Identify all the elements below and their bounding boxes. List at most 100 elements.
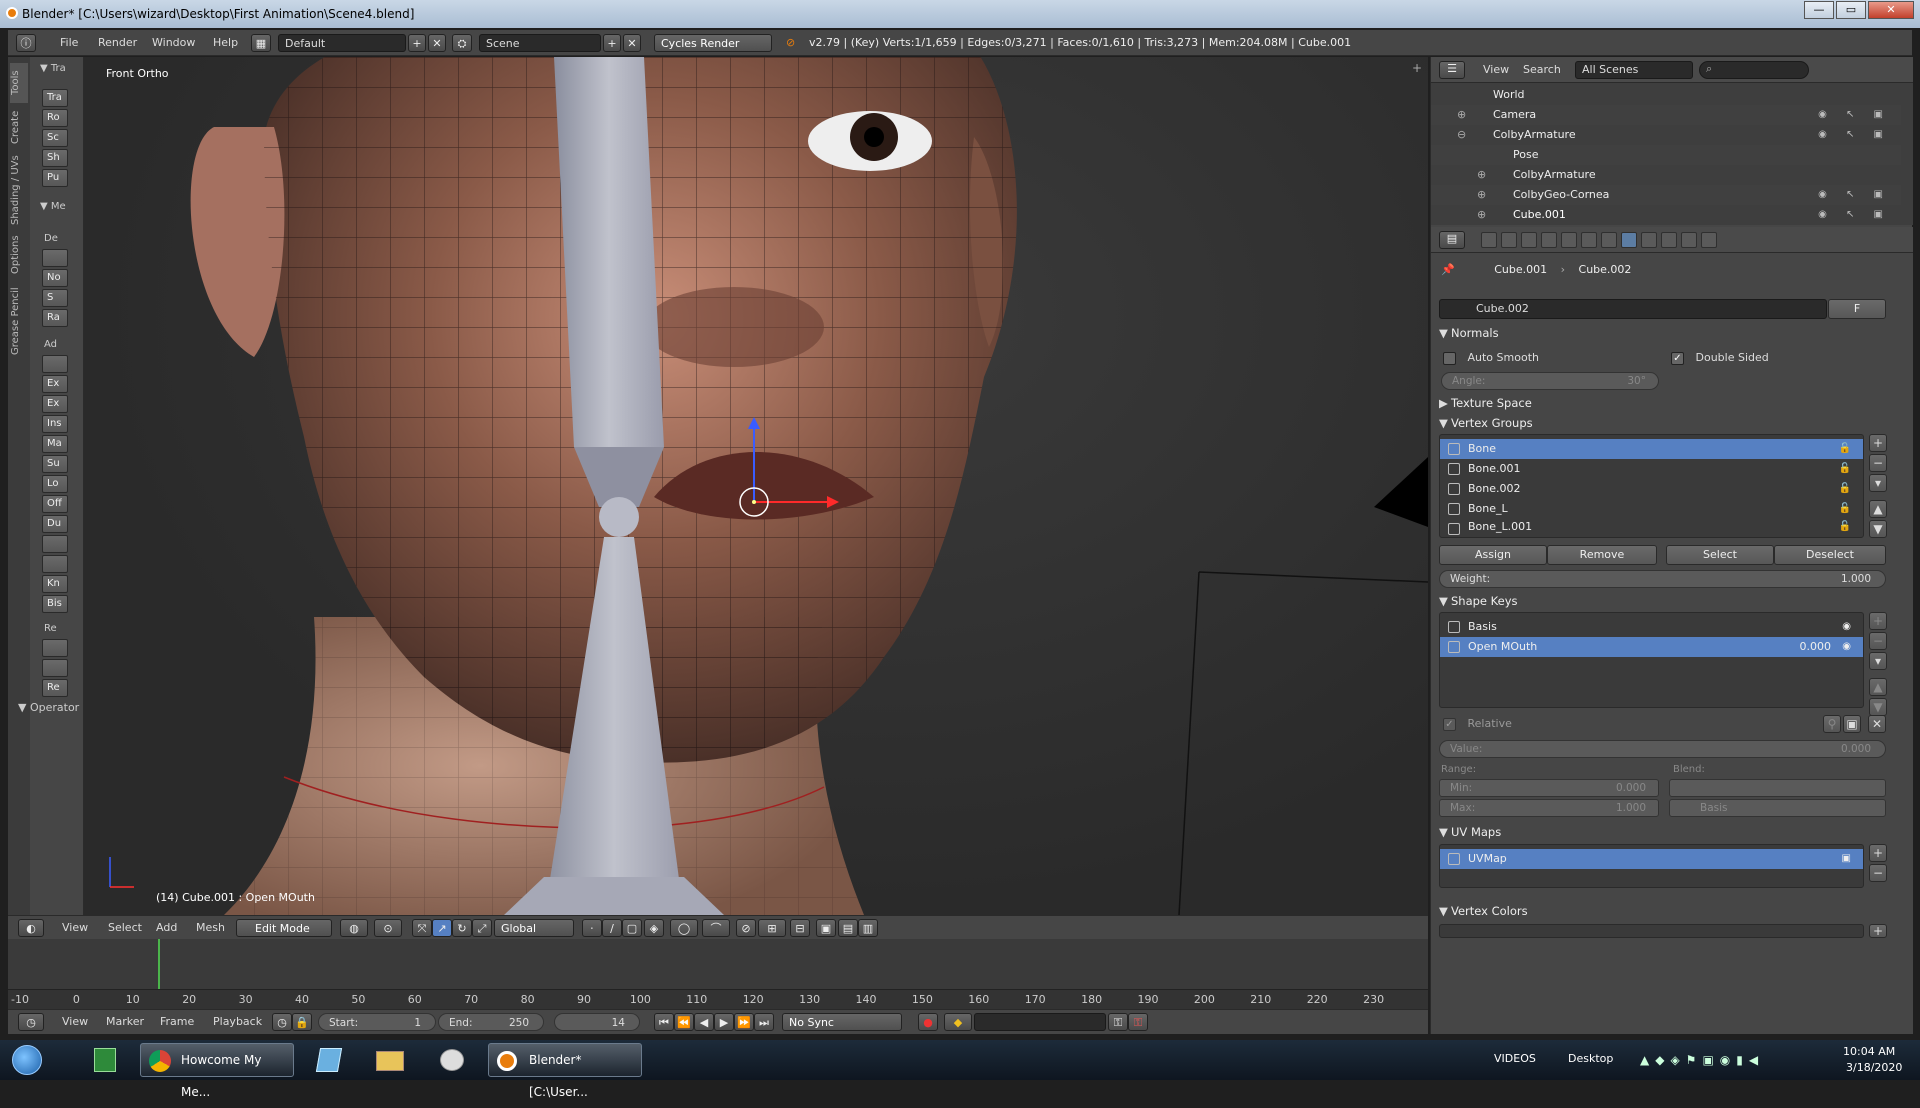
texture-tab-icon[interactable] (1661, 232, 1677, 248)
render-layers-tab-icon[interactable] (1501, 232, 1517, 248)
shape-key-item[interactable]: Basis ◉ (1440, 617, 1863, 637)
translate-button[interactable]: Tra (42, 89, 68, 107)
expand-icon[interactable]: ⊕ (1477, 185, 1486, 205)
sync-dropdown[interactable]: No Sync (782, 1013, 902, 1031)
limit-selection-icon[interactable]: ◈ (644, 919, 664, 937)
object-tab-icon[interactable] (1561, 232, 1577, 248)
add-vertex-color-button[interactable]: + (1869, 924, 1887, 938)
pin-icon[interactable]: 📌 (1441, 263, 1455, 276)
scene-icon[interactable]: ⛭ (452, 34, 472, 52)
visibility-icons[interactable]: ◉ ↖ ▣ (1818, 105, 1891, 125)
outliner-row[interactable]: ⊕ Camera ◉ ↖ ▣ (1431, 105, 1901, 125)
expand-icon[interactable]: ⊕ (1457, 105, 1466, 125)
outliner-filter-dropdown[interactable]: All Scenes (1575, 61, 1693, 79)
orientation-dropdown[interactable]: Global (494, 919, 574, 937)
vertex-group-item[interactable]: Bone 🔓 (1440, 439, 1863, 459)
shape-key-specials-button[interactable]: ▾ (1869, 652, 1887, 670)
edit-mode-shape-icon[interactable]: ▣ (1843, 715, 1861, 733)
outliner-editor-icon[interactable]: ☰ (1439, 61, 1465, 79)
keying-icon[interactable]: ◆ (944, 1013, 972, 1031)
outliner-row[interactable]: ⊖ ColbyArmature ◉ ↖ ▣ (1431, 125, 1901, 145)
outliner-row[interactable]: ⊕ ColbyGeo-Cornea ◉ ↖ ▣ (1431, 185, 1901, 205)
particles-tab-icon[interactable] (1681, 232, 1697, 248)
mesh-tool-button[interactable]: Kn (42, 575, 68, 593)
vertex-groups-panel-header[interactable]: ▼ Vertex Groups (1439, 416, 1533, 430)
vertex-group-item[interactable]: Bone_L 🔓 (1440, 499, 1863, 519)
maximize-button[interactable]: ▭ (1836, 1, 1866, 19)
clock-time[interactable]: 10:04 AM (1843, 1045, 1895, 1058)
mesh-tool-button[interactable]: Off (42, 495, 68, 513)
tab-options[interactable]: Options (10, 231, 28, 279)
shrink-button[interactable]: Sh (42, 149, 68, 167)
tab-tools[interactable]: Tools (10, 63, 28, 103)
section-transform-header[interactable]: ▼ Tra (40, 63, 66, 74)
mesh-tool-button[interactable] (42, 249, 68, 267)
outliner-search-input[interactable]: ⌕ (1699, 61, 1809, 79)
timeline-editor-icon[interactable]: ◷ (18, 1013, 44, 1031)
vp-menu-select[interactable]: Select (108, 919, 142, 937)
viewport-expand-icon[interactable]: + (1412, 61, 1422, 75)
add-scene-button[interactable]: + (603, 34, 621, 52)
tl-menu-view[interactable]: View (62, 1013, 88, 1031)
outliner-row[interactable]: ⊕ ColbyArmature (1431, 165, 1901, 185)
close-button[interactable]: ✕ (1868, 1, 1914, 19)
shape-value-field[interactable]: Value: 0.000 (1439, 740, 1886, 758)
mesh-tool-button[interactable]: No (42, 269, 68, 287)
minimize-button[interactable]: — (1804, 1, 1834, 19)
fake-user-button[interactable]: F (1828, 299, 1886, 319)
mesh-tool-button[interactable]: Ex (42, 375, 68, 393)
rotate-button[interactable]: Ro (42, 109, 68, 127)
add-layout-button[interactable]: + (408, 34, 426, 52)
render-tab-icon[interactable] (1481, 232, 1497, 248)
clock-date[interactable]: 3/18/2020 (1846, 1061, 1902, 1074)
layout-icon[interactable]: ▦ (251, 34, 271, 52)
pinned-app-icon[interactable] (86, 1043, 126, 1077)
texture-space-panel-header[interactable]: ▶ Texture Space (1439, 396, 1532, 410)
vp-menu-view[interactable]: View (62, 919, 88, 937)
mesh-tool-button[interactable]: Ra (42, 309, 68, 327)
toolbar-desktop[interactable]: Desktop (1568, 1052, 1613, 1065)
mesh-tool-button[interactable] (42, 639, 68, 657)
render-preview-icon[interactable]: ▣ (816, 919, 836, 937)
tab-grease-pencil[interactable]: Grease Pencil (10, 281, 28, 361)
snap-element-icon[interactable]: ⊞ (758, 919, 786, 937)
scene-selector[interactable]: Scene (479, 34, 601, 52)
remove-uv-map-button[interactable]: − (1869, 864, 1887, 882)
blend-basis-field[interactable]: Basis (1669, 799, 1886, 817)
mesh-tool-button[interactable]: Lo (42, 475, 68, 493)
viewport-editor-icon[interactable]: ◐ (18, 919, 44, 937)
add-shape-key-button[interactable]: + (1869, 612, 1887, 630)
angle-field[interactable]: Angle: 30° (1441, 372, 1659, 390)
translate-manipulator-icon[interactable]: ↗ (432, 919, 452, 937)
uv-maps-panel-header[interactable]: ▼ UV Maps (1439, 825, 1501, 839)
3d-viewport[interactable]: Front Ortho (14) Cube.001 : Open MOuth + (84, 57, 1428, 915)
remove-scene-button[interactable]: ✕ (623, 34, 641, 52)
timeline[interactable]: -10 0 10 20 30 40 50 60 70 80 90 100 110 120 130 140 150… (8, 939, 1428, 1009)
remove-vertex-group-button[interactable]: − (1869, 454, 1887, 472)
current-frame-field[interactable]: 14 (554, 1013, 640, 1031)
double-sided-checkbox[interactable]: ✓ Double Sided (1671, 351, 1769, 365)
physics-tab-icon[interactable] (1701, 232, 1717, 248)
mesh-tool-button[interactable] (42, 535, 68, 553)
collapse-icon[interactable]: ⊖ (1457, 125, 1466, 145)
move-down-button[interactable]: ▼ (1869, 520, 1887, 538)
play-icon[interactable]: ▶ (714, 1013, 734, 1031)
remove-layout-button[interactable]: ✕ (428, 34, 446, 52)
system-tray-icons[interactable]: ▲◆◈⚑▣◉▮◀ (1640, 1053, 1764, 1067)
tl-menu-marker[interactable]: Marker (106, 1013, 144, 1031)
modifiers-tab-icon[interactable] (1601, 232, 1617, 248)
auto-smooth-checkbox[interactable]: Auto Smooth (1443, 351, 1539, 365)
deselect-button[interactable]: Deselect (1774, 545, 1886, 565)
toolbar-videos[interactable]: VIDEOS (1494, 1052, 1536, 1065)
vertex-group-item[interactable]: Bone.001 🔓 (1440, 459, 1863, 479)
tl-menu-playback[interactable]: Playback (213, 1013, 262, 1031)
menu-render[interactable]: Render (98, 34, 137, 52)
preview-range-icon[interactable]: ◷ (272, 1013, 292, 1031)
select-button[interactable]: Select (1666, 545, 1774, 565)
edge-select-icon[interactable]: ∕ (602, 919, 622, 937)
pin-shape-icon[interactable]: ⚲ (1823, 715, 1841, 733)
remove-button[interactable]: Remove (1547, 545, 1657, 565)
record-icon[interactable]: ● (918, 1013, 938, 1031)
add-uv-map-button[interactable]: + (1869, 844, 1887, 862)
mesh-tool-button[interactable] (42, 555, 68, 573)
